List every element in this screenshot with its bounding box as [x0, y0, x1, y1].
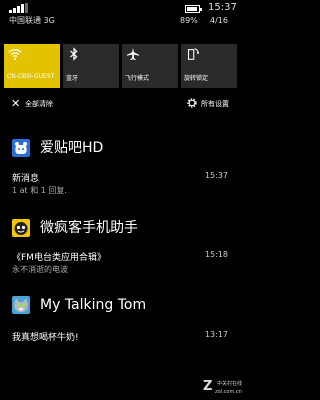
tieba-icon — [12, 139, 30, 157]
notification-time: 15:18 — [204, 250, 228, 259]
notification-title: 我真想喝杯牛奶! — [12, 333, 79, 343]
signal-strength-icon — [9, 3, 29, 13]
gear-icon — [187, 98, 197, 108]
wifi-label: CN-CBSI-GUEST — [7, 73, 55, 80]
app-header-tieba: 爱贴吧HD — [12, 139, 232, 157]
app-header-weifengke: 微疯客手机助手 — [12, 219, 232, 237]
status-bar: 中国联通 3G 15:37 89% 4/16 — [0, 0, 240, 30]
watermark-letter: Z — [203, 379, 213, 394]
bluetooth-icon — [70, 47, 78, 61]
notification-title: 新消息 — [12, 174, 40, 184]
airplane-mode-toggle[interactable]: 飞行模式 — [122, 44, 178, 88]
notification-item[interactable]: 我真想喝杯牛奶! 13:17 — [12, 330, 232, 360]
notification-action-bar: ✕ 全部清除 所有设置 — [0, 94, 240, 114]
watermark-line2: zol.com.cn — [215, 389, 242, 395]
notification-item[interactable]: 《FM电台类应用合辑》 永不消逝的电波 15:18 — [12, 250, 232, 280]
wifi-toggle[interactable]: CN-CBSI-GUEST — [4, 44, 60, 88]
rotation-lock-toggle[interactable]: 旋转锁定 — [181, 44, 237, 88]
app-name: My Talking Tom — [40, 297, 147, 313]
notification-time: 13:17 — [204, 330, 228, 339]
watermark-logo: Z 中关村在线 zol.com.cn — [203, 377, 243, 400]
battery-percent: 89% — [180, 16, 198, 25]
weifengke-icon — [12, 219, 30, 237]
status-date: 4/16 — [210, 16, 228, 25]
talking-tom-icon — [12, 296, 30, 314]
all-settings-button[interactable]: 所有设置 — [186, 97, 236, 111]
notification-subtitle: 1 at 和 1 回复. — [12, 186, 67, 195]
app-header-talking-tom: My Talking Tom — [12, 296, 232, 314]
app-name: 爱贴吧HD — [40, 140, 104, 156]
bluetooth-toggle[interactable]: 蓝牙 — [63, 44, 119, 88]
airplane-label: 飞行模式 — [125, 75, 150, 82]
watermark-line1: 中关村在线 — [217, 381, 243, 387]
quick-actions: CN-CBSI-GUEST 蓝牙 飞行模式 旋转锁定 — [4, 44, 240, 88]
rotation-lock-icon — [187, 48, 199, 60]
app-name: 微疯客手机助手 — [40, 220, 138, 236]
rotation-lock-label: 旋转锁定 — [184, 75, 209, 82]
bluetooth-label: 蓝牙 — [66, 75, 79, 82]
close-icon: ✕ — [11, 97, 21, 110]
battery-icon — [185, 5, 202, 13]
notification-time: 15:37 — [204, 171, 228, 180]
carrier-label: 中国联通 3G — [9, 16, 55, 25]
notification-subtitle: 永不消逝的电波 — [12, 265, 68, 274]
airplane-icon — [126, 47, 140, 61]
all-settings-label: 所有设置 — [201, 100, 229, 108]
status-time: 15:37 — [208, 2, 237, 13]
wifi-icon — [8, 49, 22, 60]
clear-all-label: 全部清除 — [25, 100, 53, 108]
notification-item[interactable]: 新消息 1 at 和 1 回复. 15:37 — [12, 171, 232, 201]
notification-title: 《FM电台类应用合辑》 — [12, 253, 106, 263]
